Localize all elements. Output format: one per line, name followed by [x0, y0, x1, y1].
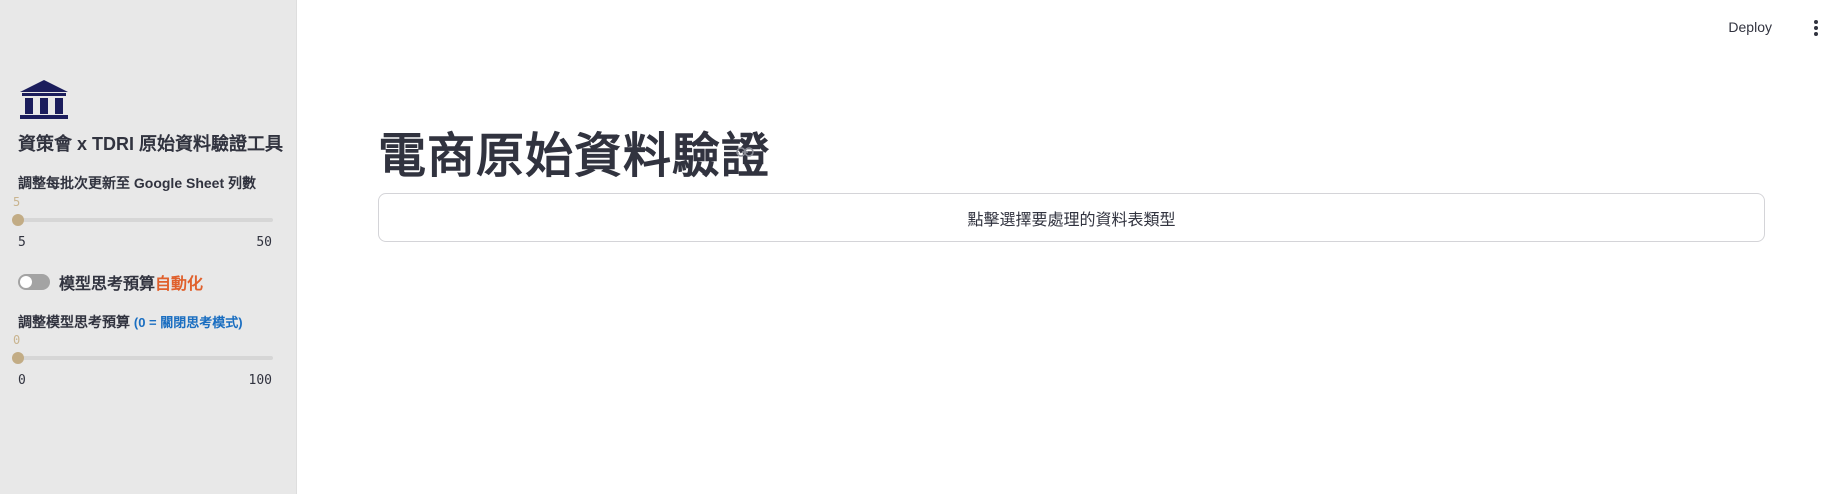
- rows-slider-value: 5: [13, 195, 21, 209]
- select-table-type-label: 點擊選擇要處理的資料表類型: [967, 211, 1176, 229]
- budget-slider-label: 調整模型思考預算 (0 = 關閉思考模式): [18, 312, 243, 332]
- rows-slider-max: 50: [256, 235, 272, 250]
- budget-slider-thumb[interactable]: [12, 352, 24, 364]
- budget-slider-min: 0: [18, 373, 26, 388]
- vertical-dots-icon[interactable]: [1808, 18, 1824, 38]
- toggle-label-accent: 自動化: [155, 276, 204, 293]
- toggle-knob: [20, 276, 32, 288]
- budget-slider-label-text: 調整模型思考預算: [18, 314, 130, 330]
- rows-slider-label: 調整每批次更新至 Google Sheet 列數: [18, 173, 256, 193]
- rows-slider-track[interactable]: [18, 218, 273, 222]
- budget-slider-value: 0: [13, 333, 21, 347]
- rows-slider-min: 5: [18, 235, 26, 250]
- rows-slider-thumb[interactable]: [12, 214, 24, 226]
- auto-budget-toggle[interactable]: [18, 274, 50, 290]
- sidebar-title: 資策會 x TDRI 原始資料驗證工具: [18, 134, 284, 154]
- link-icon[interactable]: [736, 146, 754, 158]
- deploy-button[interactable]: Deploy: [1728, 19, 1772, 35]
- auto-budget-toggle-label: 模型思考預算自動化: [59, 270, 203, 294]
- page-title: 電商原始資料驗證: [378, 130, 771, 183]
- rows-slider-label-text: 調整每批次更新至 Google Sheet 列數: [18, 175, 257, 191]
- select-table-type-button[interactable]: 點擊選擇要處理的資料表類型: [378, 193, 1765, 242]
- sidebar: 資策會 x TDRI 原始資料驗證工具 調整每批次更新至 Google Shee…: [0, 0, 297, 494]
- toggle-label-text: 模型思考預算: [59, 276, 156, 293]
- budget-slider-hint: (0 = 關閉思考模式): [133, 315, 243, 330]
- auto-budget-toggle-row: 模型思考預算自動化: [18, 270, 203, 294]
- app-root: 資策會 x TDRI 原始資料驗證工具 調整每批次更新至 Google Shee…: [0, 0, 1844, 494]
- budget-slider-max: 100: [248, 373, 272, 388]
- institution-building-icon: [20, 80, 68, 119]
- budget-slider-track[interactable]: [18, 356, 273, 360]
